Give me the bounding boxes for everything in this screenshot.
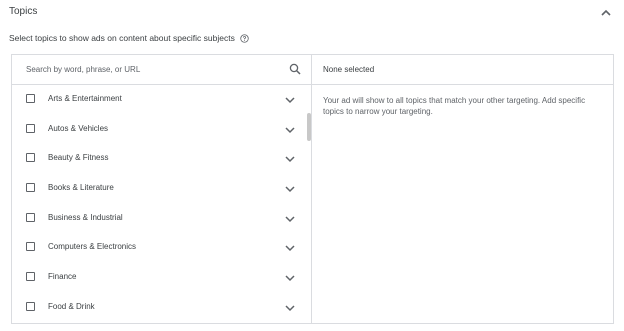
topic-label: Books & Literature bbox=[48, 183, 114, 193]
topic-row[interactable]: Business & Industrial bbox=[12, 204, 308, 234]
topic-label: Computers & Electronics bbox=[48, 242, 137, 252]
topic-label: Beauty & Fitness bbox=[48, 153, 109, 163]
chevron-down-icon[interactable] bbox=[284, 124, 296, 136]
section-title: Topics bbox=[9, 6, 38, 17]
topic-row[interactable]: Finance bbox=[12, 263, 308, 293]
topic-checkbox[interactable] bbox=[26, 272, 35, 282]
topic-label: Business & Industrial bbox=[48, 212, 123, 222]
section-subtitle: Select topics to show ads on content abo… bbox=[9, 33, 249, 43]
topic-row[interactable]: Beauty & Fitness bbox=[12, 144, 308, 174]
chevron-up-icon bbox=[601, 9, 611, 16]
chevron-down-icon[interactable] bbox=[284, 272, 296, 284]
topic-label: Food & Drink bbox=[48, 301, 95, 311]
topics-panel: Arts & Entertainment Autos & Vehicles Be… bbox=[11, 54, 614, 324]
selection-panel: None selected Your ad will show to all t… bbox=[312, 55, 613, 323]
help-circle-icon[interactable] bbox=[240, 33, 249, 43]
chevron-down-icon[interactable] bbox=[284, 213, 296, 225]
topic-row[interactable]: Food & Drink bbox=[12, 293, 308, 323]
list-scrollbar[interactable] bbox=[307, 113, 311, 141]
chevron-down-icon[interactable] bbox=[284, 242, 296, 254]
selection-info-text: Your ad will show to all topics that mat… bbox=[323, 96, 586, 116]
topic-checkbox[interactable] bbox=[26, 94, 35, 103]
chevron-down-icon[interactable] bbox=[284, 94, 296, 106]
search-icon[interactable] bbox=[289, 63, 301, 75]
topic-row[interactable]: Computers & Electronics bbox=[12, 233, 308, 263]
topic-row[interactable]: Autos & Vehicles bbox=[12, 115, 308, 145]
topic-checkbox[interactable] bbox=[26, 212, 35, 222]
topic-checkbox[interactable] bbox=[26, 153, 35, 163]
chevron-down-icon[interactable] bbox=[284, 153, 296, 165]
topic-label: Autos & Vehicles bbox=[48, 123, 109, 133]
topic-checkbox[interactable] bbox=[26, 301, 35, 311]
selection-status: None selected bbox=[323, 65, 375, 74]
topic-checkbox[interactable] bbox=[26, 242, 35, 252]
topic-checkbox[interactable] bbox=[26, 183, 35, 193]
subtitle-text: Select topics to show ads on content abo… bbox=[9, 33, 235, 43]
topic-row[interactable]: Arts & Entertainment bbox=[12, 85, 308, 115]
topic-row[interactable]: Books & Literature bbox=[12, 174, 308, 204]
search-row bbox=[12, 55, 311, 85]
search-input[interactable] bbox=[26, 62, 276, 77]
collapse-button[interactable] bbox=[599, 6, 613, 20]
topic-label: Arts & Entertainment bbox=[48, 94, 122, 103]
topic-label: Finance bbox=[48, 272, 77, 282]
topic-browser: Arts & Entertainment Autos & Vehicles Be… bbox=[12, 55, 312, 323]
chevron-down-icon[interactable] bbox=[284, 183, 296, 195]
topic-list: Arts & Entertainment Autos & Vehicles Be… bbox=[12, 85, 308, 323]
chevron-down-icon[interactable] bbox=[284, 302, 296, 314]
selection-header: None selected bbox=[312, 55, 613, 85]
topic-checkbox[interactable] bbox=[26, 123, 35, 133]
